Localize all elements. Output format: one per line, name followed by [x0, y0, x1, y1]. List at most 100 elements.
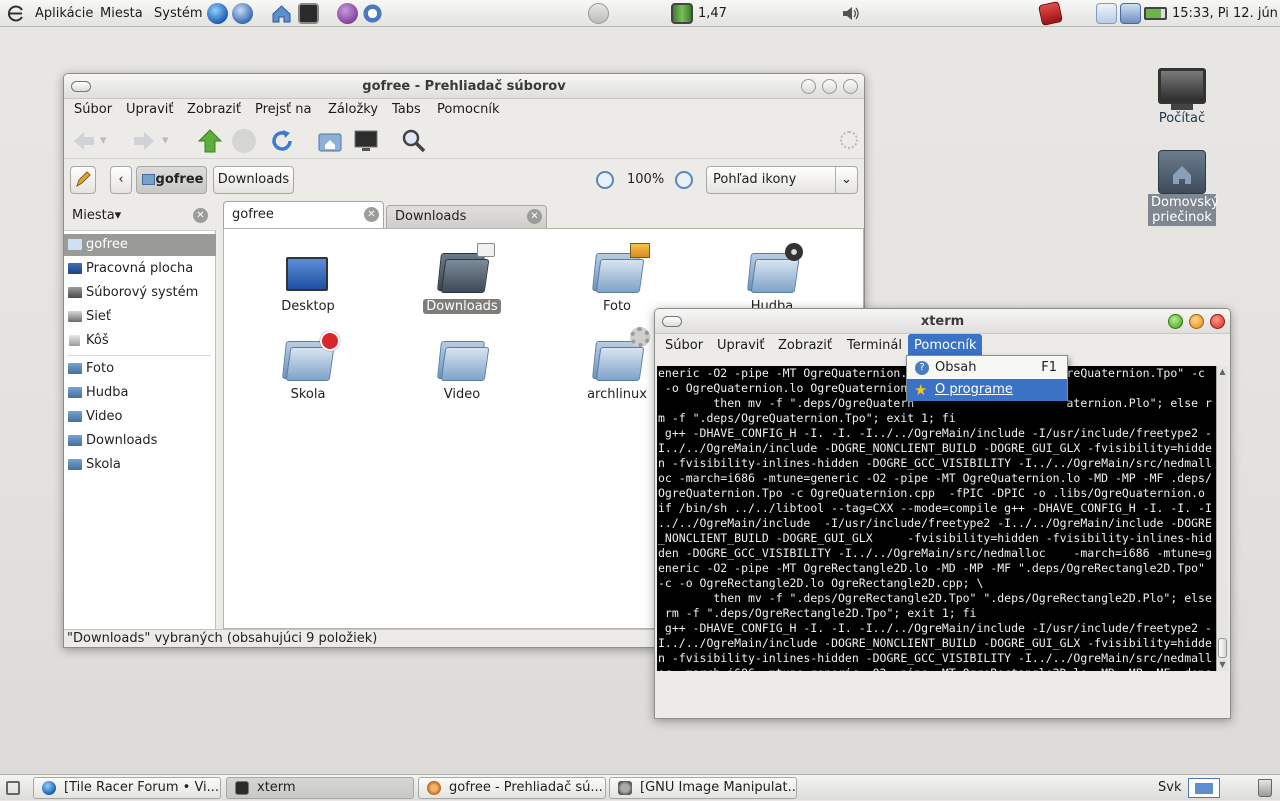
edit-location-button[interactable]	[70, 166, 96, 194]
sidebar-item-downloads[interactable]: Downloads	[64, 430, 216, 452]
menu-file[interactable]: Súbor	[74, 98, 112, 122]
back-arrow-icon[interactable]	[70, 127, 98, 155]
keyboard-layout[interactable]: Svk	[1158, 775, 1181, 801]
menu-help[interactable]: Pomocník	[437, 98, 499, 122]
back-history-chevron-icon[interactable]: ▾	[100, 127, 114, 155]
desktop-computer[interactable]: Počítač	[1137, 68, 1227, 127]
folder-foto[interactable]	[592, 243, 650, 293]
terminal-output[interactable]: eneric -O2 -pipe -MT OgreQuaternion. gre…	[657, 366, 1216, 671]
up-arrow-icon[interactable]	[196, 127, 224, 155]
folder-skola[interactable]	[282, 331, 340, 381]
workspace-switcher[interactable]	[1188, 778, 1220, 798]
web-browser-icon[interactable]	[207, 3, 228, 24]
path-left-chevron-button[interactable]: ‹	[110, 166, 132, 194]
power-icon[interactable]	[588, 3, 609, 24]
forward-arrow-icon[interactable]	[130, 127, 158, 155]
path-button-downloads[interactable]: Downloads	[213, 166, 294, 194]
scrollbar-down-arrow-icon[interactable]: ▼	[1217, 659, 1228, 671]
menu-view[interactable]: Zobraziť	[778, 334, 832, 358]
menu-edit[interactable]: Upraviť	[126, 98, 173, 122]
notification-icon[interactable]	[1096, 3, 1117, 24]
close-button[interactable]	[1210, 314, 1225, 329]
search-icon[interactable]	[400, 127, 428, 155]
network-icon[interactable]	[1120, 3, 1141, 24]
minimize-button[interactable]	[801, 79, 816, 94]
trash-icon[interactable]	[1258, 779, 1272, 797]
menu-view[interactable]: Zobraziť	[187, 98, 241, 122]
reload-icon[interactable]	[268, 127, 296, 155]
scrollbar-thumb[interactable]	[1218, 638, 1227, 658]
menu-item-about[interactable]: ★ O programe	[907, 379, 1067, 401]
sidebar-item-network[interactable]: Sieť	[64, 306, 216, 328]
battery-icon[interactable]	[1144, 7, 1167, 20]
sidebar-selector[interactable]: Miesta▾	[72, 204, 121, 228]
sidebar-item-foto[interactable]: Foto	[64, 358, 216, 380]
folder-desktop[interactable]	[284, 255, 332, 299]
menu-tabs[interactable]: Tabs	[392, 98, 421, 122]
folder-archlinux[interactable]	[592, 327, 650, 381]
sidebar-item-video[interactable]: Video	[64, 406, 216, 428]
volume-icon[interactable]	[840, 3, 861, 24]
minimize-button[interactable]	[1168, 314, 1183, 329]
maximize-button[interactable]	[1189, 314, 1204, 329]
zoom-in-icon[interactable]	[675, 171, 693, 189]
chat-icon[interactable]	[337, 3, 358, 24]
file-manager-titlebar[interactable]: gofree - Prehliadač súborov	[64, 74, 864, 99]
menu-edit[interactable]: Upraviť	[717, 334, 764, 358]
sidebar-item-skola[interactable]: Skola	[64, 454, 216, 476]
maximize-button[interactable]	[822, 79, 837, 94]
clock[interactable]: 15:33, Pi 12. jún	[1172, 0, 1278, 27]
tab-close-icon[interactable]: ✕	[527, 209, 542, 224]
menu-file[interactable]: Súbor	[665, 334, 703, 358]
sidebar-item-gofree[interactable]: gofree	[64, 234, 216, 256]
help-icon: ?	[915, 361, 929, 375]
home-icon[interactable]	[271, 3, 292, 24]
tab-downloads[interactable]: Downloads ✕	[386, 205, 547, 228]
home-folder-icon[interactable]	[316, 127, 344, 155]
menu-terminal[interactable]: Terminál	[847, 334, 902, 358]
applications-menu[interactable]: Aplikácie	[35, 0, 93, 27]
menu-go[interactable]: Prejsť na	[255, 98, 312, 122]
drive-icon	[68, 287, 82, 298]
task-file-manager[interactable]: gofree - Prehliadač sú...	[418, 777, 606, 799]
folder-video[interactable]	[437, 337, 490, 381]
xterm-titlebar[interactable]: xterm	[655, 309, 1230, 334]
download-emblem-icon	[477, 243, 495, 257]
terminal-icon[interactable]	[298, 3, 319, 24]
forward-history-chevron-icon[interactable]: ▾	[162, 127, 176, 155]
stop-icon[interactable]	[232, 129, 256, 153]
view-mode-select[interactable]: Pohľad ikony ⌄	[706, 166, 858, 194]
task-gimp[interactable]: [GNU Image Manipulat...	[609, 777, 797, 799]
desktop-item-label: Domovský priečinok	[1148, 194, 1219, 226]
distro-logo-icon[interactable]	[6, 3, 27, 24]
tab-close-icon[interactable]: ✕	[364, 207, 379, 222]
thunderbird-icon[interactable]	[232, 3, 253, 24]
tab-gofree[interactable]: gofree ✕	[223, 201, 384, 228]
task-xterm[interactable]: xterm	[226, 777, 414, 799]
close-button[interactable]	[843, 79, 858, 94]
folder-hudba[interactable]	[747, 243, 803, 293]
cpu-frequency: 1,47	[698, 6, 727, 21]
sidebar-item-desktop[interactable]: Pracovná plocha	[64, 258, 216, 280]
path-button-gofree[interactable]: gofree	[136, 166, 207, 194]
bittorrent-icon[interactable]	[362, 3, 383, 24]
sidebar-item-trash[interactable]: Kôš	[64, 330, 216, 352]
menu-bookmarks[interactable]: Záložky	[328, 98, 378, 122]
desktop-home-folder[interactable]: Domovský priečinok	[1137, 150, 1227, 226]
update-notifier-icon[interactable]	[1038, 1, 1063, 26]
places-menu[interactable]: Miesta	[100, 0, 143, 27]
sidebar-close-icon[interactable]: ✕	[193, 208, 208, 223]
show-desktop-icon[interactable]	[6, 781, 20, 795]
terminal-scrollbar[interactable]: ▲ ▼	[1216, 366, 1228, 671]
folder-downloads[interactable]	[437, 243, 495, 293]
computer-icon[interactable]	[352, 127, 380, 155]
sidebar-item-hudba[interactable]: Hudba	[64, 382, 216, 404]
scrollbar-up-arrow-icon[interactable]: ▲	[1217, 366, 1228, 378]
system-menu[interactable]: Systém	[154, 0, 202, 27]
terminal-line: then mv -f ".deps/OgreRectangle2D.Tpo" "…	[658, 591, 1212, 605]
zoom-out-icon[interactable]	[596, 171, 614, 189]
path-button-label: Downloads	[217, 172, 290, 187]
task-browser[interactable]: [Tile Racer Forum • Vi...	[33, 777, 221, 799]
sidebar-item-filesystem[interactable]: Súborový systém	[64, 282, 216, 304]
menu-item-contents[interactable]: ? Obsah F1	[907, 357, 1067, 379]
